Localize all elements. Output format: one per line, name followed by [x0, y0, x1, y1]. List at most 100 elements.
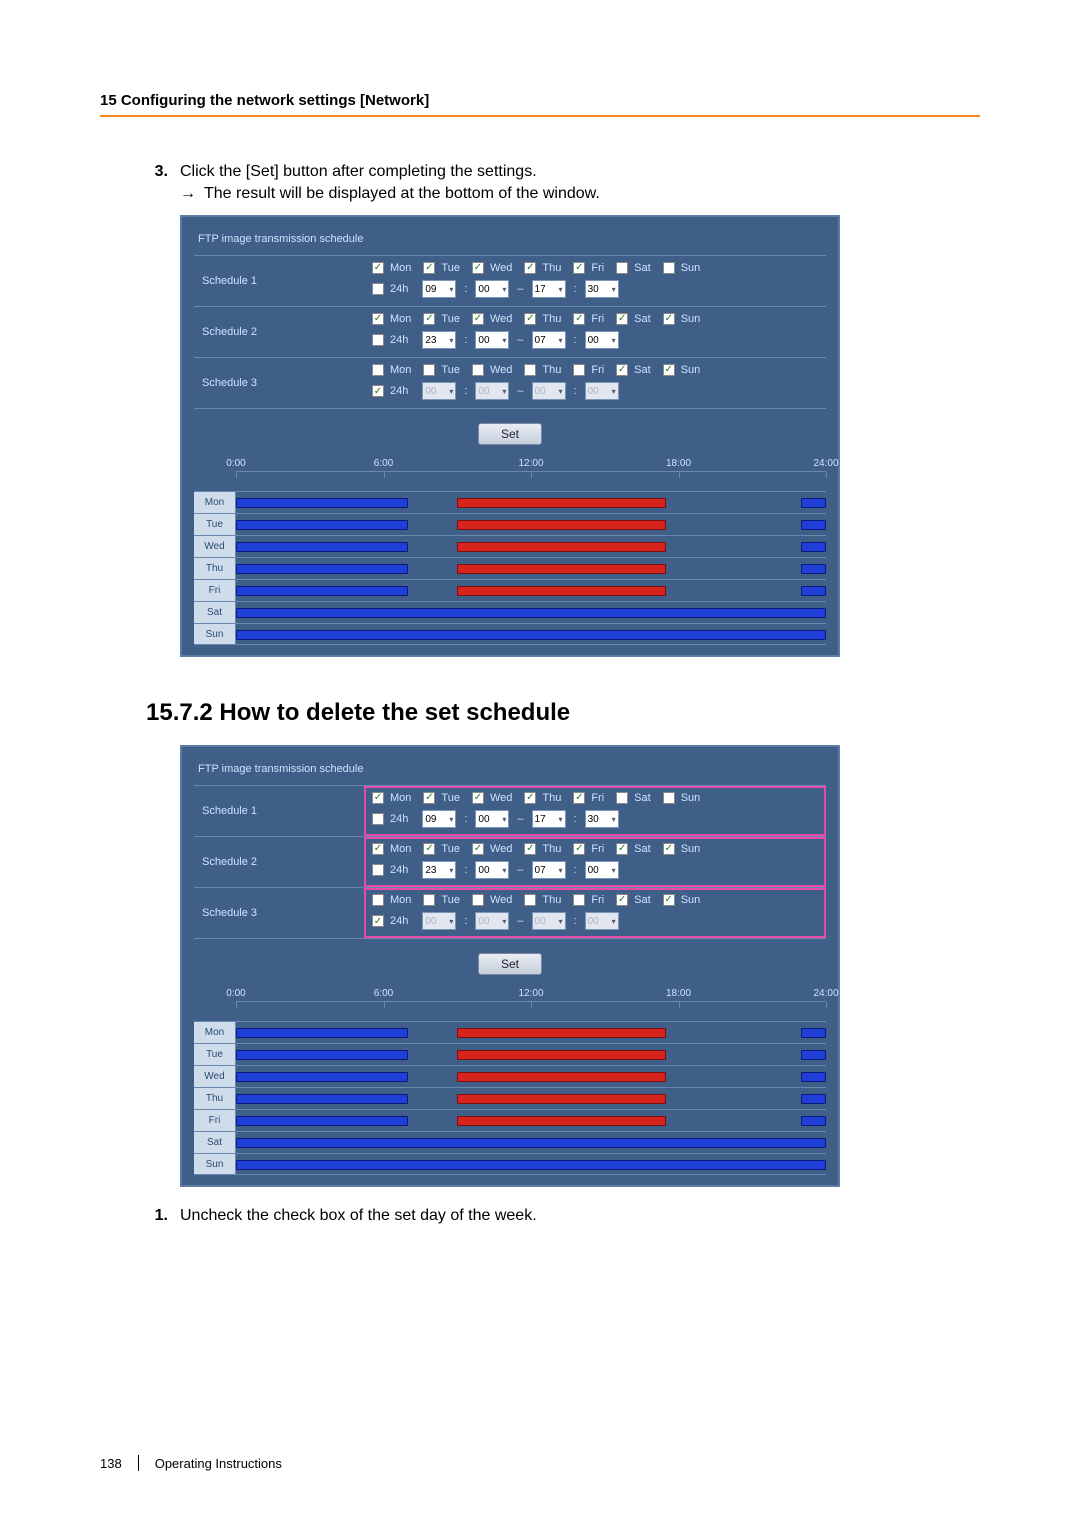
- timeline-row-tue: Tue: [194, 1043, 826, 1065]
- schedule-2-thu-checkbox[interactable]: [524, 313, 536, 325]
- step-1-number: 1.: [146, 1207, 168, 1225]
- schedule-3-fri-checkbox[interactable]: [573, 364, 585, 376]
- timeline-track: [236, 558, 826, 579]
- schedule-1-end-min[interactable]: 30▾: [585, 810, 619, 828]
- schedule-1-sat-checkbox[interactable]: [616, 792, 628, 804]
- set-button[interactable]: Set: [478, 953, 542, 975]
- timeline-bar: [457, 1094, 666, 1104]
- schedule-1-thu-checkbox[interactable]: [524, 792, 536, 804]
- schedule-3-sat-label: Sat: [634, 894, 651, 906]
- timeline-track: [236, 1110, 826, 1131]
- chevron-down-icon: ▾: [502, 815, 506, 824]
- schedule-2-fri-checkbox[interactable]: [573, 843, 585, 855]
- schedule-2-start-hour[interactable]: 23▾: [422, 331, 456, 349]
- schedule-3-end-hour[interactable]: 00▾: [532, 912, 566, 930]
- schedule-3-end-hour[interactable]: 00▾: [532, 382, 566, 400]
- schedule-2-sun-checkbox[interactable]: [663, 313, 675, 325]
- schedule-3-thu-checkbox[interactable]: [524, 894, 536, 906]
- schedule-3-thu-checkbox[interactable]: [524, 364, 536, 376]
- schedule-1-label: Schedule 1: [194, 256, 364, 306]
- schedule-2-mon-checkbox[interactable]: [372, 313, 384, 325]
- schedule-2-sat-checkbox[interactable]: [616, 843, 628, 855]
- schedule-3-start-min[interactable]: 00▾: [475, 382, 509, 400]
- schedule-1-sun-checkbox[interactable]: [663, 792, 675, 804]
- schedule-1-thu-checkbox[interactable]: [524, 262, 536, 274]
- schedule-1-end-hour[interactable]: 17▾: [532, 810, 566, 828]
- timeline-row-mon: Mon: [194, 1021, 826, 1043]
- schedule-3-sun-checkbox[interactable]: [663, 364, 675, 376]
- timeline-row-thu: Thu: [194, 557, 826, 579]
- schedule-2-24h-checkbox[interactable]: [372, 864, 384, 876]
- schedule-2-fri-checkbox[interactable]: [573, 313, 585, 325]
- set-button[interactable]: Set: [478, 423, 542, 445]
- schedule-3-tue-checkbox[interactable]: [423, 894, 435, 906]
- schedule-2-start-min[interactable]: 00▾: [475, 861, 509, 879]
- schedule-2-thu-checkbox[interactable]: [524, 843, 536, 855]
- schedule-1-mon-checkbox[interactable]: [372, 792, 384, 804]
- schedule-1-fri-checkbox[interactable]: [573, 792, 585, 804]
- schedule-2-mon-checkbox[interactable]: [372, 843, 384, 855]
- schedule-3-tue-checkbox[interactable]: [423, 364, 435, 376]
- schedule-1-sun-checkbox[interactable]: [663, 262, 675, 274]
- timeline-day-label: Sat: [194, 1132, 236, 1153]
- schedule-2-sun-checkbox[interactable]: [663, 843, 675, 855]
- schedule-1-sat-checkbox[interactable]: [616, 262, 628, 274]
- schedule-1-24h-checkbox[interactable]: [372, 283, 384, 295]
- schedule-1-mon-checkbox[interactable]: [372, 262, 384, 274]
- timeline-bar: [801, 542, 826, 552]
- schedule-1-days: MonTueWedThuFriSatSun: [372, 792, 818, 804]
- schedule-3-wed-checkbox[interactable]: [472, 894, 484, 906]
- schedule-1-config: MonTueWedThuFriSatSun24h09▾:00▾–17▾:30▾: [364, 256, 826, 306]
- schedule-3-config: MonTueWedThuFriSatSun24h00▾:00▾–00▾:00▾: [364, 888, 826, 938]
- schedule-1-24h-checkbox[interactable]: [372, 813, 384, 825]
- schedule-2-sat-checkbox[interactable]: [616, 313, 628, 325]
- schedule-3-start-hour[interactable]: 00▾: [422, 912, 456, 930]
- set-button-row: Set: [194, 408, 826, 463]
- schedule-2-end-hour[interactable]: 07▾: [532, 861, 566, 879]
- schedule-2-24h-checkbox[interactable]: [372, 334, 384, 346]
- schedule-2-end-min[interactable]: 00▾: [585, 331, 619, 349]
- schedule-1-start-min[interactable]: 00▾: [475, 810, 509, 828]
- page-header: 15 Configuring the network settings [Net…: [100, 92, 980, 117]
- schedule-2-start-min[interactable]: 00▾: [475, 331, 509, 349]
- schedule-3-mon-checkbox[interactable]: [372, 364, 384, 376]
- schedule-1-label: Schedule 1: [194, 786, 364, 836]
- chevron-down-icon: ▾: [449, 917, 453, 926]
- schedule-1-start-hour[interactable]: 09▾: [422, 280, 456, 298]
- schedule-row-1: Schedule 1MonTueWedThuFriSatSun24h09▾:00…: [194, 785, 826, 836]
- schedule-1-tue-checkbox[interactable]: [423, 792, 435, 804]
- schedule-1-wed-checkbox[interactable]: [472, 792, 484, 804]
- schedule-3-sun-checkbox[interactable]: [663, 894, 675, 906]
- timeline-bar: [457, 1028, 666, 1038]
- schedule-3-sat-checkbox[interactable]: [616, 894, 628, 906]
- schedule-1-end-hour[interactable]: 17▾: [532, 280, 566, 298]
- schedule-1-tue-checkbox[interactable]: [423, 262, 435, 274]
- schedule-3-wed-checkbox[interactable]: [472, 364, 484, 376]
- schedule-2-end-hour[interactable]: 07▾: [532, 331, 566, 349]
- schedule-3-start-hour[interactable]: 00▾: [422, 382, 456, 400]
- schedule-3-fri-checkbox[interactable]: [573, 894, 585, 906]
- schedule-2-start-hour[interactable]: 23▾: [422, 861, 456, 879]
- schedule-3-thu-label: Thu: [542, 364, 561, 376]
- schedule-2-wed-checkbox[interactable]: [472, 313, 484, 325]
- schedule-2-tue-checkbox[interactable]: [423, 313, 435, 325]
- schedule-1-end-min[interactable]: 30▾: [585, 280, 619, 298]
- schedule-3-start-min[interactable]: 00▾: [475, 912, 509, 930]
- schedule-3-mon-checkbox[interactable]: [372, 894, 384, 906]
- schedule-1-fri-checkbox[interactable]: [573, 262, 585, 274]
- schedule-1-start-min[interactable]: 00▾: [475, 280, 509, 298]
- page-footer: 138 Operating Instructions: [100, 1455, 282, 1471]
- timeline-bar: [801, 1072, 826, 1082]
- schedule-3-24h-checkbox[interactable]: [372, 385, 384, 397]
- schedule-1-start-hour[interactable]: 09▾: [422, 810, 456, 828]
- schedule-3-24h-checkbox[interactable]: [372, 915, 384, 927]
- schedule-3-sat-checkbox[interactable]: [616, 364, 628, 376]
- schedule-1-wed-checkbox[interactable]: [472, 262, 484, 274]
- schedule-2-wed-checkbox[interactable]: [472, 843, 484, 855]
- schedule-2-sun-label: Sun: [681, 313, 701, 325]
- schedule-3-end-min[interactable]: 00▾: [585, 912, 619, 930]
- schedule-2-tue-checkbox[interactable]: [423, 843, 435, 855]
- schedule-3-end-min[interactable]: 00▾: [585, 382, 619, 400]
- chevron-down-icon: ▾: [502, 387, 506, 396]
- schedule-2-end-min[interactable]: 00▾: [585, 861, 619, 879]
